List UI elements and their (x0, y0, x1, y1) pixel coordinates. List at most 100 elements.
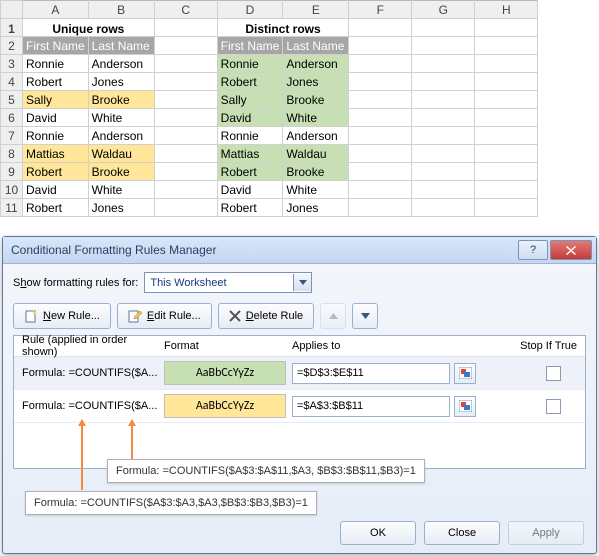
cell[interactable]: Robert (217, 199, 283, 217)
col-header[interactable]: C (154, 1, 217, 19)
spreadsheet-grid[interactable]: A B C D E F G H 1 Unique rows Distinct r… (0, 0, 538, 217)
cell[interactable] (349, 19, 412, 37)
cell[interactable]: Sally (217, 91, 283, 109)
cell[interactable]: Jones (283, 199, 349, 217)
cell[interactable]: Waldau (88, 145, 154, 163)
cell[interactable]: Distinct rows (217, 19, 349, 37)
cell[interactable]: Anderson (88, 127, 154, 145)
help-button[interactable]: ? (518, 240, 548, 260)
cell[interactable]: First Name (23, 37, 89, 55)
scope-dropdown[interactable]: This Worksheet (144, 272, 312, 293)
cell[interactable]: White (283, 109, 349, 127)
close-button[interactable] (550, 240, 592, 260)
cell[interactable] (154, 145, 217, 163)
cell[interactable]: Mattias (23, 145, 89, 163)
col-header[interactable]: G (412, 1, 475, 19)
cell[interactable]: Ronnie (217, 127, 283, 145)
stop-checkbox[interactable] (546, 366, 561, 381)
col-header[interactable]: H (475, 1, 538, 19)
row-header[interactable]: 3 (1, 55, 23, 73)
cell[interactable] (154, 109, 217, 127)
stop-checkbox[interactable] (546, 399, 561, 414)
cell[interactable] (154, 55, 217, 73)
row-header[interactable]: 9 (1, 163, 23, 181)
range-picker-icon (459, 400, 472, 412)
dialog-titlebar[interactable]: Conditional Formatting Rules Manager ? (3, 237, 596, 264)
cell[interactable]: Unique rows (23, 19, 155, 37)
cell[interactable] (154, 91, 217, 109)
row-header[interactable]: 4 (1, 73, 23, 91)
format-preview: AaBbCcYyZz (164, 361, 286, 385)
delete-rule-button[interactable]: Delete Rule (218, 303, 315, 329)
cell[interactable] (154, 127, 217, 145)
cell[interactable]: Last Name (88, 37, 154, 55)
dialog-title: Conditional Formatting Rules Manager (7, 243, 516, 257)
cell[interactable]: Robert (217, 163, 283, 181)
row-header[interactable]: 11 (1, 199, 23, 217)
range-picker-button[interactable] (454, 363, 476, 384)
cell[interactable]: First Name (217, 37, 283, 55)
col-header[interactable]: D (217, 1, 283, 19)
new-rule-button[interactable]: New Rule... (13, 303, 111, 329)
select-all-corner[interactable] (1, 1, 23, 19)
applies-input[interactable]: =$D$3:$E$11 (292, 363, 450, 384)
row-header[interactable]: 7 (1, 127, 23, 145)
rule-row[interactable]: Formula: =COUNTIFS($A... AaBbCcYyZz =$A$… (14, 390, 585, 423)
col-header[interactable]: F (349, 1, 412, 19)
cell[interactable]: White (283, 181, 349, 199)
cell[interactable]: Waldau (283, 145, 349, 163)
row-header[interactable]: 2 (1, 37, 23, 55)
cell[interactable]: David (217, 181, 283, 199)
col-stop: Stop If True (480, 340, 577, 352)
cell[interactable]: White (88, 109, 154, 127)
cell[interactable]: Jones (283, 73, 349, 91)
cell[interactable]: Robert (23, 73, 89, 91)
cell[interactable]: Brooke (283, 91, 349, 109)
callout-arrow (81, 420, 83, 490)
cell[interactable]: David (23, 109, 89, 127)
move-down-button[interactable] (352, 303, 378, 329)
cell[interactable]: Sally (23, 91, 89, 109)
conditional-formatting-dialog: Conditional Formatting Rules Manager ? S… (2, 236, 597, 554)
edit-rule-button[interactable]: Edit Rule... (117, 303, 212, 329)
cell[interactable] (154, 181, 217, 199)
row-header[interactable]: 8 (1, 145, 23, 163)
cell[interactable]: Mattias (217, 145, 283, 163)
cell[interactable]: Brooke (88, 91, 154, 109)
col-header[interactable]: E (283, 1, 349, 19)
cell[interactable]: Brooke (283, 163, 349, 181)
cell[interactable]: Robert (217, 73, 283, 91)
cell[interactable]: Jones (88, 73, 154, 91)
col-header[interactable]: A (23, 1, 89, 19)
cell[interactable]: Ronnie (23, 55, 89, 73)
cell[interactable]: Anderson (283, 55, 349, 73)
cell[interactable]: Jones (88, 199, 154, 217)
cell[interactable] (154, 163, 217, 181)
cell[interactable]: David (23, 181, 89, 199)
cell[interactable] (154, 73, 217, 91)
cell[interactable]: Anderson (283, 127, 349, 145)
close-dialog-button[interactable]: Close (424, 521, 500, 545)
row-header[interactable]: 10 (1, 181, 23, 199)
row-header[interactable]: 5 (1, 91, 23, 109)
range-picker-button[interactable] (454, 396, 476, 417)
rule-row[interactable]: Formula: =COUNTIFS($A... AaBbCcYyZz =$D$… (14, 357, 585, 390)
cell[interactable]: Last Name (283, 37, 349, 55)
applies-input[interactable]: =$A$3:$B$11 (292, 396, 450, 417)
cell[interactable]: Anderson (88, 55, 154, 73)
cell[interactable]: Ronnie (23, 127, 89, 145)
cell[interactable] (154, 19, 217, 37)
row-header[interactable]: 6 (1, 109, 23, 127)
delete-icon (229, 310, 241, 322)
cell[interactable]: Robert (23, 163, 89, 181)
cell[interactable]: Ronnie (217, 55, 283, 73)
col-header[interactable]: B (88, 1, 154, 19)
cell[interactable]: David (217, 109, 283, 127)
cell[interactable] (154, 37, 217, 55)
ok-button[interactable]: OK (340, 521, 416, 545)
cell[interactable] (154, 199, 217, 217)
cell[interactable]: White (88, 181, 154, 199)
row-header[interactable]: 1 (1, 19, 23, 37)
cell[interactable]: Brooke (88, 163, 154, 181)
cell[interactable]: Robert (23, 199, 89, 217)
